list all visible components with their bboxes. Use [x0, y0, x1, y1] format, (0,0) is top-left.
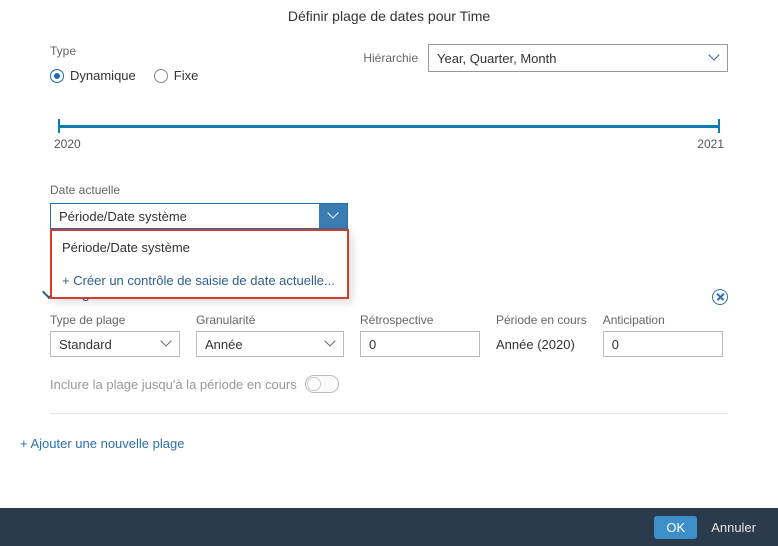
current-date-label: Date actuelle: [50, 183, 728, 197]
radio-circle-icon: [50, 69, 64, 83]
current-date-value: Période/Date système: [51, 204, 319, 228]
anticipation-value: 0: [612, 337, 619, 352]
timeline: 2020 2021: [58, 119, 720, 153]
top-row: Type Dynamique Fixe Hiérarchie Year, Qua…: [50, 44, 728, 83]
add-range-button[interactable]: + Ajouter une nouvelle plage: [20, 436, 778, 451]
chevron-down-icon: [325, 339, 335, 349]
type-label: Type: [50, 44, 300, 58]
dialog-title: Définir plage de dates pour Time: [0, 0, 778, 30]
granularity-select[interactable]: Année: [196, 331, 344, 357]
field-retrospective: Rétrospective 0: [360, 313, 480, 357]
current-date-dropdown-pos: Période/Date système + Créer un contrôle…: [50, 229, 349, 299]
hierarchy-block: Hiérarchie Year, Quarter, Month: [308, 44, 728, 72]
radio-circle-icon: [154, 69, 168, 83]
field-period-current: Période en cours Année (2020): [496, 313, 587, 357]
retrospective-label: Rétrospective: [360, 313, 480, 327]
radio-fixed-label: Fixe: [174, 68, 199, 83]
anticipation-label: Anticipation: [603, 313, 723, 327]
period-current-label: Période en cours: [496, 313, 587, 327]
timeline-tick-start: [58, 119, 60, 133]
include-label: Inclure la plage jusqu'à la période en c…: [50, 377, 297, 392]
field-anticipation: Anticipation 0: [603, 313, 723, 357]
retrospective-value: 0: [369, 337, 376, 352]
chevron-down-icon: [161, 339, 171, 349]
radio-dynamic-label: Dynamique: [70, 68, 136, 83]
include-toggle[interactable]: [305, 375, 339, 393]
retrospective-input[interactable]: 0: [360, 331, 480, 357]
hierarchy-select[interactable]: Year, Quarter, Month: [428, 44, 728, 72]
type-block: Type Dynamique Fixe: [50, 44, 300, 83]
current-date-select-button[interactable]: [319, 204, 347, 228]
ok-button[interactable]: OK: [654, 516, 697, 539]
range-type-label: Type de plage: [50, 313, 180, 327]
field-granularity: Granularité Année: [196, 313, 344, 357]
type-radio-group: Dynamique Fixe: [50, 68, 300, 83]
radio-dynamic[interactable]: Dynamique: [50, 68, 136, 83]
granularity-label: Granularité: [196, 313, 344, 327]
chevron-down-icon: [709, 53, 719, 63]
granularity-value: Année: [205, 337, 243, 352]
timeline-end-label: 2021: [697, 137, 724, 151]
toggle-knob-icon: [307, 377, 321, 391]
range-block: Plage 1 : 2020 - 2020 Type de plage Stan…: [50, 313, 728, 393]
range-fields: Type de plage Standard Granularité Année…: [50, 313, 728, 357]
field-range-type: Type de plage Standard: [50, 313, 180, 357]
radio-fixed[interactable]: Fixe: [154, 68, 199, 83]
divider: [50, 413, 728, 414]
timeline-start-label: 2020: [54, 137, 81, 151]
period-current-value: Année (2020): [496, 331, 587, 357]
hierarchy-label: Hiérarchie: [363, 51, 418, 65]
hierarchy-value: Year, Quarter, Month: [437, 51, 556, 66]
dropdown-option-system[interactable]: Période/Date système: [52, 231, 347, 264]
range-type-value: Standard: [59, 337, 112, 352]
chevron-down-icon: [328, 211, 338, 221]
range-remove-button[interactable]: [712, 289, 728, 305]
dialog-content: Type Dynamique Fixe Hiérarchie Year, Qua…: [0, 30, 778, 414]
current-date-block: Date actuelle Période/Date système Pério…: [50, 183, 728, 229]
anticipation-input[interactable]: 0: [603, 331, 723, 357]
timeline-tick-end: [718, 119, 720, 133]
timeline-bar: [58, 125, 720, 128]
range-type-select[interactable]: Standard: [50, 331, 180, 357]
current-date-dropdown: Période/Date système + Créer un contrôle…: [50, 229, 349, 299]
dropdown-option-create[interactable]: + Créer un contrôle de saisie de date ac…: [52, 264, 347, 297]
current-date-select[interactable]: Période/Date système: [50, 203, 348, 229]
dialog-footer: OK Annuler: [0, 508, 778, 546]
current-date-select-wrap: Période/Date système Période/Date systèm…: [50, 203, 728, 229]
include-row: Inclure la plage jusqu'à la période en c…: [50, 375, 728, 393]
cancel-button[interactable]: Annuler: [711, 520, 756, 535]
